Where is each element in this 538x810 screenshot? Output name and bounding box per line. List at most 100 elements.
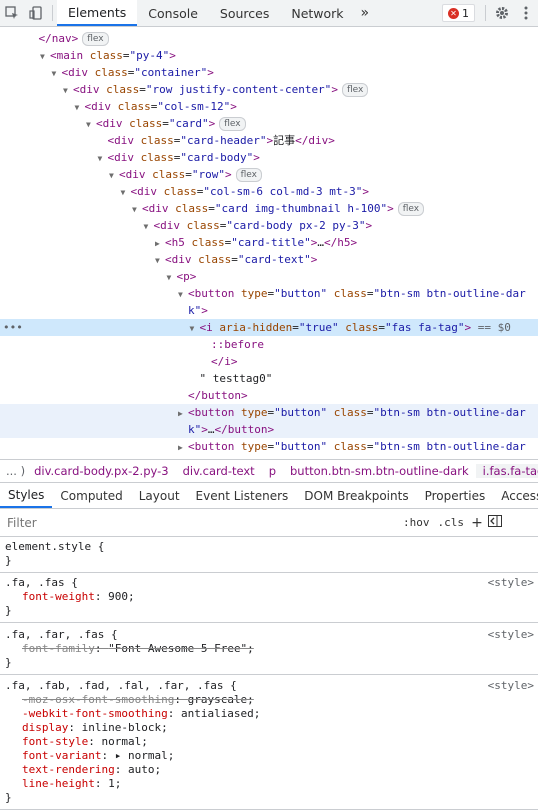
dom-node[interactable]: ▼ <p> [0, 268, 538, 285]
rule-selector[interactable]: element.style { [5, 540, 104, 553]
tab-layout[interactable]: Layout [131, 484, 188, 508]
dom-node[interactable]: </nav> flex [0, 30, 538, 47]
dom-node[interactable]: ▼ <div class="container"> [0, 64, 538, 81]
collapse-triangle-icon[interactable]: ▼ [52, 65, 62, 82]
flex-badge[interactable]: flex [341, 83, 369, 97]
flex-badge[interactable]: flex [235, 168, 262, 182]
breadcrumb-item[interactable]: button.btn-sm.btn-outline-dark [283, 464, 476, 478]
dom-node-selected[interactable]: ••• ▼ <i aria-hidden="true" class="fas fa-… [0, 319, 538, 336]
property-value[interactable]: ▸ normal; [115, 749, 175, 762]
device-toolbar-icon[interactable] [24, 0, 48, 26]
property-name[interactable]: -webkit-font-smoothing [22, 707, 168, 720]
dom-node[interactable]: ▼ <div class="row justify-content-center"… [0, 81, 538, 98]
dom-node[interactable]: ▼ <button type="button" class="btn-sm btn… [0, 285, 538, 302]
collapse-triangle-icon[interactable]: ▼ [155, 252, 165, 269]
property-name[interactable]: font-family [22, 642, 95, 655]
breadcrumb-item[interactable]: p [262, 464, 283, 478]
dom-node[interactable]: k"> [0, 302, 538, 319]
dom-node[interactable]: ::before [0, 336, 538, 353]
property-name[interactable]: line-height [22, 777, 95, 790]
tab-elements[interactable]: Elements [57, 0, 138, 26]
breadcrumb-item-selected[interactable]: i.fas.fa-tag [475, 464, 538, 478]
new-style-rule-button[interactable]: + [468, 515, 486, 531]
dom-node[interactable]: ▼ <div class="row"> flex [0, 166, 538, 183]
collapse-triangle-icon[interactable]: ▼ [167, 269, 177, 286]
expand-triangle-icon[interactable]: ▶ [155, 235, 165, 252]
style-property[interactable]: line-height: 1; [0, 777, 538, 791]
dom-node[interactable]: ▼ <div class="card"> flex [0, 115, 538, 132]
settings-gear-icon[interactable] [490, 0, 514, 26]
property-value[interactable]: antialiased; [181, 707, 260, 720]
collapse-triangle-icon[interactable]: ▼ [190, 320, 200, 337]
dom-node[interactable]: ▼ <div class="col-sm-12"> [0, 98, 538, 115]
more-options-icon[interactable] [514, 0, 538, 26]
flex-badge[interactable]: flex [82, 32, 109, 46]
style-property[interactable]: display: inline-block; [0, 721, 538, 735]
dom-node[interactable]: ▼ <div class="col-sm-6 col-md-3 mt-3"> [0, 183, 538, 200]
tab-accessibility[interactable]: Accessibility [493, 484, 538, 508]
tab-dom-breakpoints[interactable]: DOM Breakpoints [296, 484, 416, 508]
tab-computed[interactable]: Computed [52, 484, 130, 508]
property-value[interactable]: auto; [128, 763, 161, 776]
property-name[interactable]: font-weight [22, 590, 95, 603]
collapse-triangle-icon[interactable]: ▼ [132, 201, 142, 218]
style-property[interactable]: -moz-osx-font-smoothing: grayscale; [0, 693, 538, 707]
dom-node[interactable]: <div class="card-header">記事</div> [0, 132, 538, 149]
dom-node[interactable]: ▼ <div class="card-body"> [0, 149, 538, 166]
dom-node[interactable]: " testtag0" [0, 370, 538, 387]
dom-node[interactable]: ▼ <div class="card-body px-2 py-3"> [0, 217, 538, 234]
collapse-triangle-icon[interactable]: ▼ [98, 150, 108, 167]
property-name[interactable]: -moz-osx-font-smoothing [22, 693, 174, 706]
expand-triangle-icon[interactable]: ▶ [178, 405, 188, 422]
more-tabs-button[interactable]: » [355, 0, 376, 26]
error-count-badge[interactable]: ✕ 1 [442, 4, 475, 22]
collapse-triangle-icon[interactable]: ▼ [86, 116, 96, 133]
tab-styles[interactable]: Styles [0, 484, 53, 508]
property-value[interactable]: normal; [101, 735, 147, 748]
property-name[interactable]: font-variant [22, 749, 101, 762]
rule-source-link[interactable]: <style> [488, 679, 534, 693]
property-name[interactable]: font-style [22, 735, 88, 748]
hover-state-toggle[interactable]: :hov [399, 516, 434, 529]
breadcrumb-overflow[interactable]: ... ) [0, 464, 27, 478]
property-value[interactable]: "Font Awesome 5 Free"; [108, 642, 254, 655]
tab-network[interactable]: Network [280, 0, 354, 26]
tab-properties[interactable]: Properties [417, 484, 494, 508]
tab-event-listeners[interactable]: Event Listeners [188, 484, 297, 508]
dom-node[interactable]: </button> [0, 387, 538, 404]
toggle-sidebar-icon[interactable] [486, 514, 504, 531]
style-property[interactable]: font-weight: 900; [0, 590, 538, 604]
node-actions-ellipsis[interactable]: ••• [3, 319, 23, 336]
dom-node[interactable]: ▼ <div class="card img-thumbnail h-100"> f… [0, 200, 538, 217]
property-name[interactable]: display [22, 721, 68, 734]
breadcrumb-item[interactable]: div.card-body.px-2.py-3 [27, 464, 175, 478]
dom-node[interactable]: k">…</button> [0, 421, 538, 438]
style-property[interactable]: -webkit-font-smoothing: antialiased; [0, 707, 538, 721]
style-property[interactable]: font-style: normal; [0, 735, 538, 749]
dom-node[interactable]: ▶ <button type="button" class="btn-sm btn… [0, 438, 538, 455]
inspect-element-icon[interactable] [0, 0, 24, 26]
collapse-triangle-icon[interactable]: ▼ [109, 167, 119, 184]
property-value[interactable]: grayscale; [188, 693, 254, 706]
style-property[interactable]: font-variant: ▸ normal; [0, 749, 538, 763]
rule-source-link[interactable]: <style> [488, 576, 534, 590]
styles-filter-input[interactable] [5, 514, 399, 531]
dom-node[interactable]: ▶ <h5 class="card-title">…</h5> [0, 234, 538, 251]
property-name[interactable]: text-rendering [22, 763, 115, 776]
collapse-triangle-icon[interactable]: ▼ [40, 48, 50, 65]
style-property[interactable]: text-rendering: auto; [0, 763, 538, 777]
collapse-triangle-icon[interactable]: ▼ [121, 184, 131, 201]
dom-node[interactable]: </i> [0, 353, 538, 370]
flex-badge[interactable]: flex [397, 202, 425, 216]
rule-selector[interactable]: .fa, .fab, .fad, .fal, .far, .fas { [5, 679, 237, 692]
dom-node[interactable]: ▼ <div class="card-text"> [0, 251, 538, 268]
collapse-triangle-icon[interactable]: ▼ [178, 286, 188, 303]
collapse-triangle-icon[interactable]: ▼ [75, 99, 85, 116]
property-value[interactable]: 1; [108, 777, 121, 790]
rule-selector[interactable]: .fa, .fas { [5, 576, 78, 589]
collapse-triangle-icon[interactable]: ▼ [144, 218, 154, 235]
rule-selector[interactable]: .fa, .far, .fas { [5, 628, 118, 641]
property-value[interactable]: inline-block; [82, 721, 168, 734]
flex-badge[interactable]: flex [219, 117, 246, 131]
collapse-triangle-icon[interactable]: ▼ [63, 82, 73, 99]
